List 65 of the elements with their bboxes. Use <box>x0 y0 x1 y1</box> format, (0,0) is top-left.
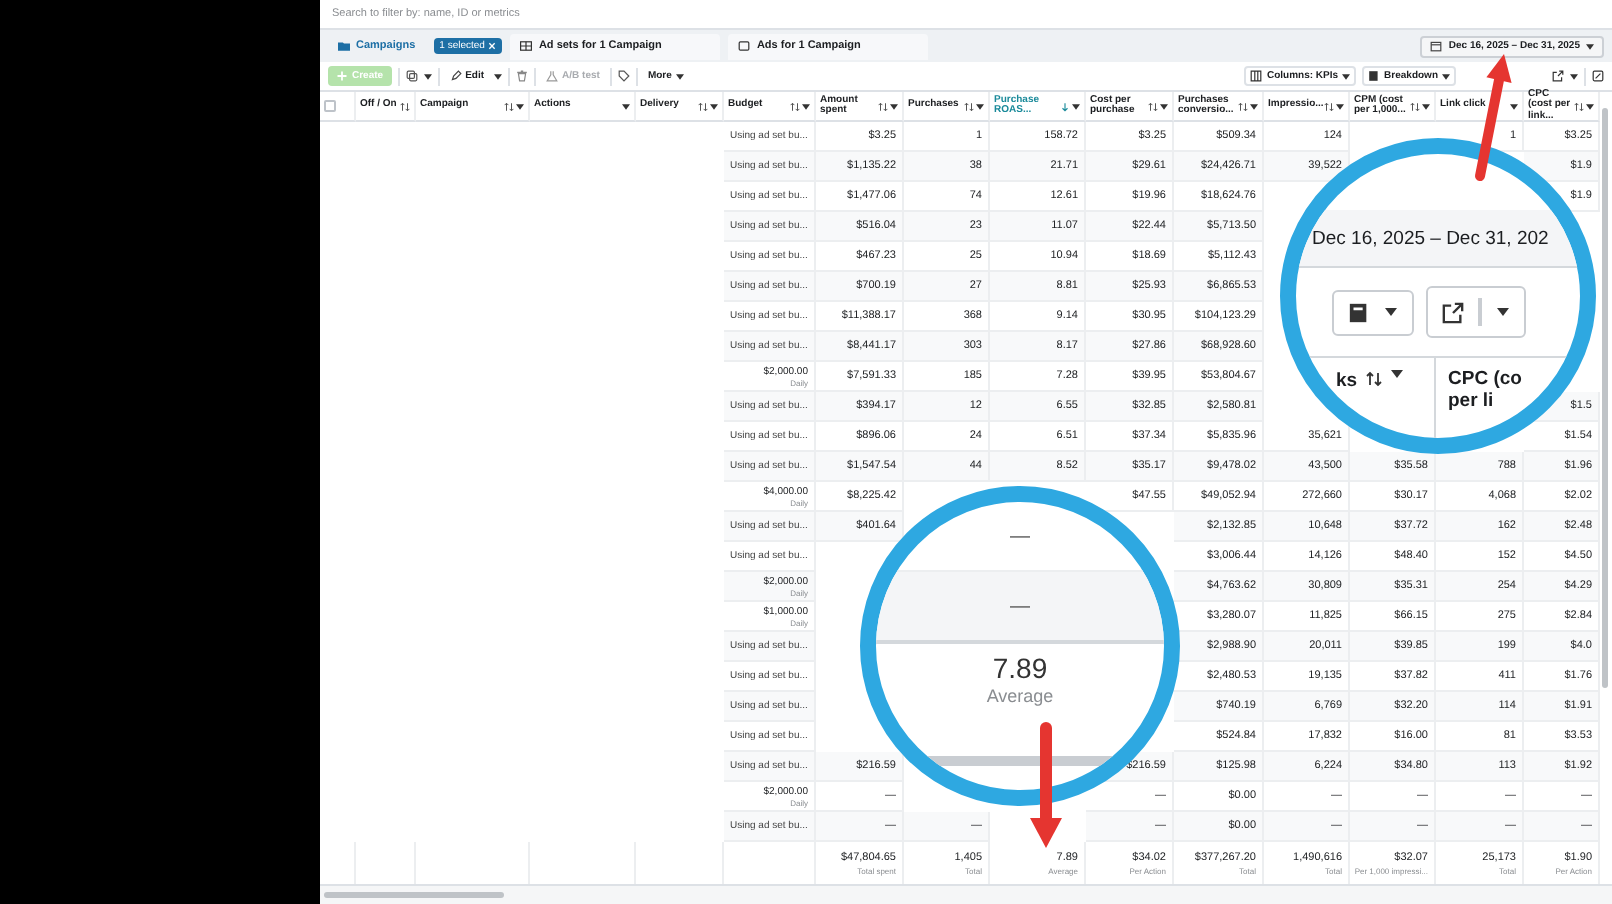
column-header: CPC (co <box>1448 368 1522 390</box>
caret-icon[interactable] <box>1072 103 1080 110</box>
chart-icon[interactable] <box>1592 70 1604 83</box>
calendar-icon <box>1430 40 1443 53</box>
caret-icon[interactable] <box>802 103 810 110</box>
duplicate-icon[interactable] <box>405 70 418 83</box>
caret-icon[interactable] <box>1422 103 1430 110</box>
sort-icon[interactable] <box>1324 101 1334 112</box>
folder-icon <box>338 40 350 53</box>
export-icon <box>1442 301 1464 323</box>
caret-icon[interactable] <box>1250 103 1258 110</box>
caret-icon[interactable] <box>622 103 630 110</box>
sort-icon[interactable] <box>964 101 974 112</box>
sort-icon[interactable] <box>878 101 888 112</box>
caret-icon[interactable] <box>1570 73 1578 80</box>
sort-icon[interactable] <box>504 101 514 112</box>
plus-icon <box>336 70 348 83</box>
caret-icon <box>1586 43 1594 50</box>
caret-icon <box>675 73 684 80</box>
sort-icon[interactable] <box>698 101 708 112</box>
columns-icon <box>1250 70 1263 83</box>
caret-icon[interactable] <box>976 103 984 110</box>
checkbox[interactable] <box>324 100 336 113</box>
caret-icon[interactable] <box>1586 103 1594 110</box>
empty-value: — <box>1010 595 1030 617</box>
caret-icon <box>1384 308 1398 316</box>
scrollbar[interactable] <box>1602 108 1608 689</box>
scrollbar[interactable] <box>324 892 504 899</box>
caret-icon <box>1389 370 1404 378</box>
arrow <box>1030 722 1062 848</box>
caret-icon <box>1442 73 1450 80</box>
export-icon[interactable] <box>1552 70 1564 83</box>
average-caption: Average <box>986 686 1054 706</box>
caret-icon[interactable] <box>516 103 524 110</box>
caret-icon[interactable] <box>1336 103 1344 110</box>
caret-icon[interactable] <box>1510 103 1518 110</box>
column-header: ks <box>1336 370 1358 392</box>
caret-icon[interactable] <box>494 73 503 80</box>
sort-descending-icon[interactable] <box>1060 101 1070 112</box>
report-icon <box>1368 70 1381 83</box>
caret-icon[interactable] <box>710 103 718 110</box>
grid-icon <box>520 40 533 53</box>
date-range-text: Dec 16, 2025 – Dec 31, 202 <box>1296 210 1580 268</box>
caret-icon <box>1496 308 1510 316</box>
caret-icon[interactable] <box>423 73 432 80</box>
average-value: 7.89 <box>992 652 1048 684</box>
report-icon <box>1348 301 1370 323</box>
pencil-icon <box>449 70 462 83</box>
caret-icon[interactable] <box>1160 103 1168 110</box>
sort-icon[interactable] <box>790 101 800 112</box>
close-icon[interactable] <box>488 42 497 51</box>
sort-icon[interactable] <box>1238 101 1248 112</box>
trash-icon[interactable] <box>516 70 529 83</box>
sort-icon[interactable] <box>1148 101 1158 112</box>
sort-icon[interactable] <box>1574 101 1584 112</box>
tag-icon[interactable] <box>617 70 630 83</box>
caret-icon[interactable] <box>890 103 898 110</box>
flask-icon <box>546 70 559 83</box>
sort-icon <box>1365 370 1382 388</box>
column-header: per li <box>1448 390 1496 412</box>
empty-value: — <box>1010 525 1030 547</box>
caret-icon <box>1342 73 1351 80</box>
sort-icon[interactable] <box>400 101 410 112</box>
sort-icon[interactable] <box>1410 101 1420 112</box>
document-icon <box>738 40 751 53</box>
